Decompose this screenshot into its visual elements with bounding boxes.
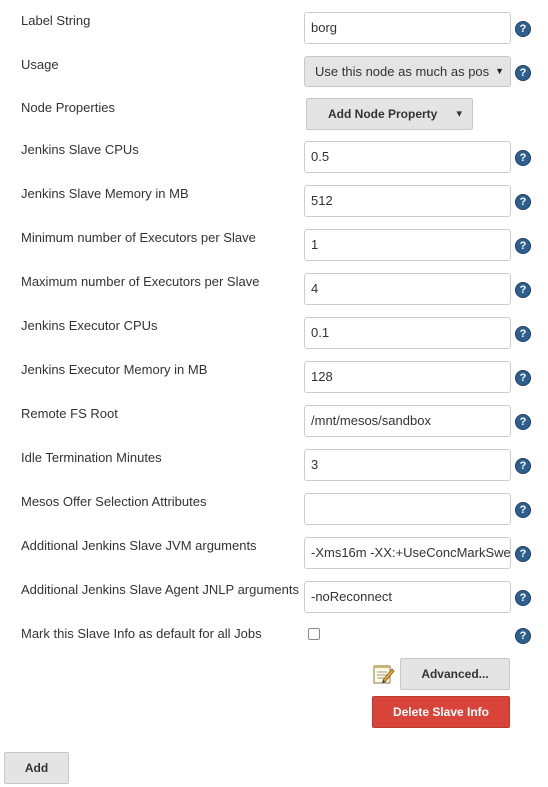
slave-memory-input[interactable]: 512: [304, 185, 511, 217]
field-label: Maximum number of Executors per Slave: [21, 274, 260, 289]
help-icon[interactable]: ?: [515, 502, 531, 518]
help-icon[interactable]: ?: [515, 65, 531, 81]
field-label: Jenkins Executor CPUs: [21, 318, 158, 333]
help-icon[interactable]: ?: [515, 370, 531, 386]
default-slave-checkbox[interactable]: [308, 628, 320, 640]
jnlp-args-input[interactable]: -noReconnect: [304, 581, 511, 613]
field-label: Additional Jenkins Slave Agent JNLP argu…: [21, 582, 299, 597]
executor-cpus-input[interactable]: 0.1: [304, 317, 511, 349]
help-icon[interactable]: ?: [515, 238, 531, 254]
max-executors-input[interactable]: 4: [304, 273, 511, 305]
help-icon[interactable]: ?: [515, 546, 531, 562]
field-label: Usage: [21, 57, 59, 72]
field-label: Remote FS Root: [21, 406, 118, 421]
help-icon[interactable]: ?: [515, 282, 531, 298]
advanced-button[interactable]: Advanced...: [400, 658, 510, 690]
help-icon[interactable]: ?: [515, 150, 531, 166]
help-icon[interactable]: ?: [515, 458, 531, 474]
notepad-pencil-icon: [373, 665, 395, 684]
remote-fs-root-input[interactable]: /mnt/mesos/sandbox: [304, 405, 511, 437]
field-label: Additional Jenkins Slave JVM arguments: [21, 538, 257, 553]
add-node-property-label: Add Node Property: [328, 107, 438, 121]
caret-down-icon: ▾: [456, 108, 462, 120]
field-default-slave: Mark this Slave Info as default for all …: [0, 0, 548, 644]
field-label: Jenkins Slave CPUs: [21, 142, 139, 157]
field-label: Jenkins Slave Memory in MB: [21, 186, 189, 201]
slave-cpus-input[interactable]: 0.5: [304, 141, 511, 173]
help-icon[interactable]: ?: [515, 194, 531, 210]
min-executors-input[interactable]: 1: [304, 229, 511, 261]
field-label: Mesos Offer Selection Attributes: [21, 494, 207, 509]
add-button[interactable]: Add: [4, 752, 69, 784]
field-label: Idle Termination Minutes: [21, 450, 162, 465]
usage-select-value: Use this node as much as pos: [315, 64, 490, 79]
executor-memory-input[interactable]: 128: [304, 361, 511, 393]
help-icon[interactable]: ?: [515, 628, 531, 644]
field-label: Mark this Slave Info as default for all …: [21, 626, 262, 641]
usage-select[interactable]: Use this node as much as pos ▼: [304, 56, 511, 87]
field-label: Node Properties: [21, 100, 115, 115]
delete-slave-info-button[interactable]: Delete Slave Info: [372, 696, 510, 728]
field-label: Minimum number of Executors per Slave: [21, 230, 256, 245]
help-icon[interactable]: ?: [515, 326, 531, 342]
idle-termination-input[interactable]: 3: [304, 449, 511, 481]
dropdown-arrow-icon: ▼: [495, 66, 504, 76]
offer-attributes-input[interactable]: [304, 493, 511, 525]
field-label: Jenkins Executor Memory in MB: [21, 362, 208, 377]
add-node-property-button[interactable]: Add Node Property ▾: [306, 98, 473, 130]
help-icon[interactable]: ?: [515, 414, 531, 430]
help-icon[interactable]: ?: [515, 590, 531, 606]
jvm-args-input[interactable]: -Xms16m -XX:+UseConcMarkSweepGC: [304, 537, 511, 569]
